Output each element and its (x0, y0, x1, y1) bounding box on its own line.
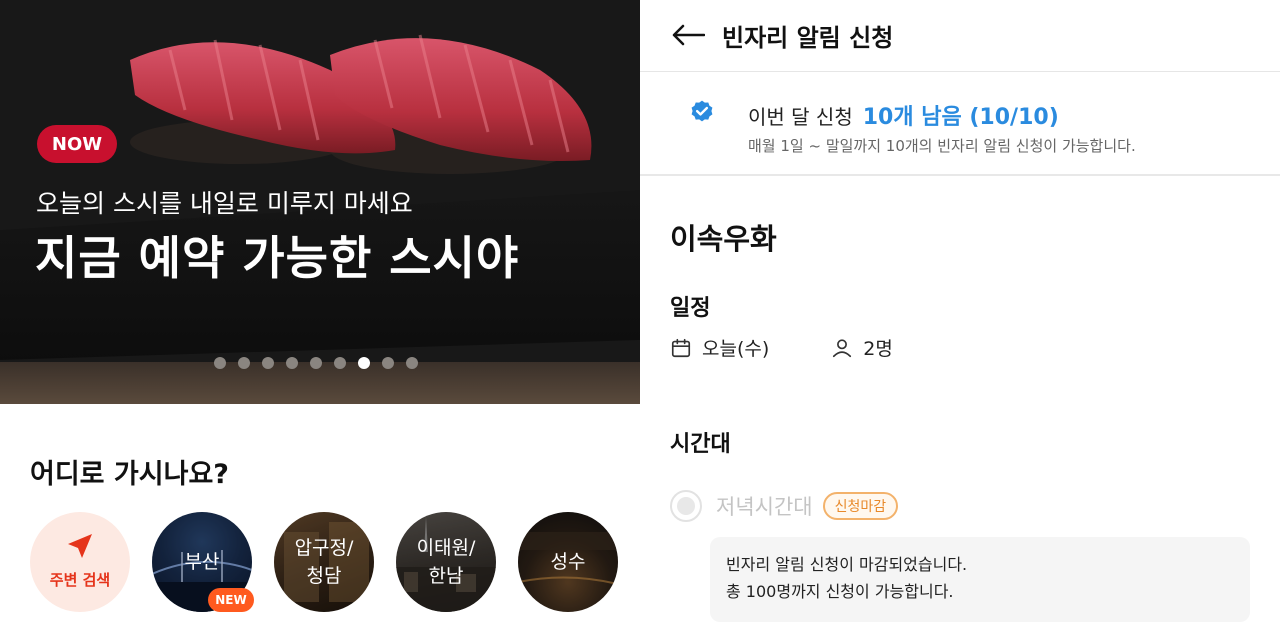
people-value: 2명 (863, 338, 893, 360)
carousel-dot[interactable] (358, 357, 370, 369)
home-panel: NOW 오늘의 스시를 내일로 미루지 마세요 지금 예약 가능한 스시야 어디… (0, 0, 640, 641)
quota-description: 매월 1일 ~ 말일까지 10개의 빈자리 알림 신청이 가능합니다. (748, 137, 1136, 155)
navigation-arrow-icon (68, 534, 92, 558)
quota-count: 10개 남음 (10/10) (862, 105, 1059, 130)
carousel-dot[interactable] (382, 357, 394, 369)
quota-label: 이번 달 신청 (748, 105, 853, 129)
region-nearby-search[interactable]: 주변 검색 (30, 512, 130, 612)
back-button[interactable] (670, 20, 706, 50)
schedule-row: 오늘(수) 2명 (670, 334, 893, 361)
time-slot-radio (670, 490, 702, 522)
top-bar: 빈자리 알림 신청 (640, 0, 1280, 72)
notice-line: 빈자리 알림 신청이 마감되었습니다. (726, 555, 968, 574)
hero-banner[interactable]: NOW 오늘의 스시를 내일로 미루지 마세요 지금 예약 가능한 스시야 (0, 0, 640, 404)
region-list: 주변 검색 부산 NEW 압구정/ 청담 이태원/ 한남 성수 (30, 512, 618, 612)
page-title: 빈자리 알림 신청 (722, 24, 894, 52)
carousel-dot[interactable] (214, 357, 226, 369)
carousel-dot[interactable] (310, 357, 322, 369)
time-slot-option: 저녁시간대 신청마감 (670, 490, 899, 522)
region-label: 이태원/ 한남 (416, 537, 476, 587)
region-label: 주변 검색 (49, 571, 111, 589)
carousel-dot[interactable] (406, 357, 418, 369)
person-icon (833, 338, 852, 357)
now-badge: NOW (37, 125, 117, 163)
time-slot-name: 저녁시간대 (716, 495, 813, 519)
schedule-people[interactable]: 2명 (831, 334, 893, 361)
closed-notice: 빈자리 알림 신청이 마감되었습니다. 총 100명까지 신청이 가능합니다. (710, 537, 1250, 622)
region-apgujeong-cheongdam[interactable]: 압구정/ 청담 (274, 512, 374, 612)
region-label: 부산 (184, 551, 220, 573)
arrow-left-icon (672, 24, 705, 46)
restaurant-name: 이속우화 (670, 222, 777, 256)
schedule-label: 일정 (670, 296, 711, 321)
carousel-dot[interactable] (334, 357, 346, 369)
region-itaewon-hannam[interactable]: 이태원/ 한남 (396, 512, 496, 612)
closed-badge: 신청마감 (822, 492, 899, 520)
notice-line: 총 100명까지 신청이 가능합니다. (726, 582, 954, 601)
region-label: 압구정/ 청담 (294, 537, 354, 587)
carousel-dot[interactable] (262, 357, 274, 369)
region-seongsu[interactable]: 성수 (518, 512, 618, 612)
region-busan[interactable]: 부산 NEW (152, 512, 254, 612)
carousel-dot[interactable] (238, 357, 250, 369)
region-label: 성수 (550, 551, 586, 573)
monthly-quota: 이번 달 신청 10개 남음 (10/10) 매월 1일 ~ 말일까지 10개의 … (640, 73, 1280, 176)
hero-subtitle: 오늘의 스시를 내일로 미루지 마세요 (36, 189, 413, 218)
vacancy-alert-panel: 빈자리 알림 신청 이번 달 신청 10개 남음 (10/10) 매월 1일 ~ … (640, 0, 1280, 641)
carousel-dot[interactable] (286, 357, 298, 369)
hero-title: 지금 예약 가능한 스시야 (35, 231, 520, 285)
carousel-dots[interactable] (214, 357, 418, 369)
time-slot-label: 시간대 (670, 432, 731, 457)
new-badge: NEW (208, 588, 254, 612)
verified-check-icon (691, 100, 713, 122)
calendar-icon (671, 338, 691, 357)
where-title: 어디로 가시나요? (30, 459, 229, 490)
date-value: 오늘(수) (702, 338, 770, 360)
schedule-date[interactable]: 오늘(수) (670, 334, 769, 361)
